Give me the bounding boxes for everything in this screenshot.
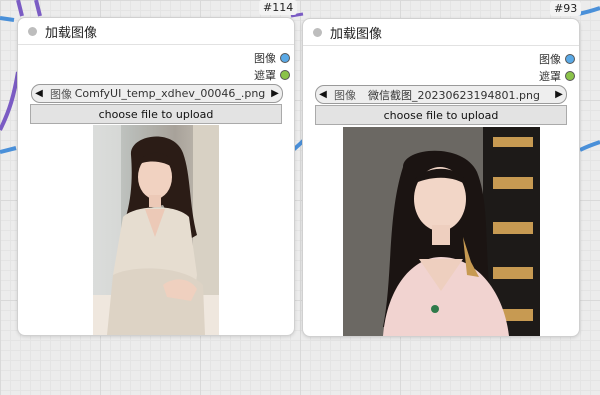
output-image-slot-icon[interactable]: [565, 53, 575, 64]
output-mask-slot-icon[interactable]: [565, 70, 575, 81]
photo-preview-icon: [343, 127, 540, 336]
collapse-dot-icon[interactable]: [313, 27, 322, 37]
node-header[interactable]: 加载图像: [18, 18, 294, 45]
output-mask-label: 遮罩: [254, 68, 276, 82]
combo-left-arrow-icon[interactable]: ◀: [32, 88, 46, 99]
choose-file-button[interactable]: choose file to upload: [315, 105, 567, 125]
node-id-badge: #93: [550, 1, 582, 16]
wire-purple: [34, 0, 42, 17]
wire-purple: [0, 71, 20, 131]
output-image-label: 图像: [254, 51, 276, 65]
combo-value: ComfyUI_temp_xdhev_00046_.png: [74, 87, 266, 100]
image-combo-widget[interactable]: ◀ 图像 微信截图_20230623194801.png ▶: [315, 85, 567, 104]
output-mask-label: 遮罩: [539, 69, 561, 83]
wire-blue: [579, 140, 600, 152]
photo-preview-icon: [93, 125, 219, 335]
output-image-label: 图像: [539, 52, 561, 66]
output-image[interactable]: 图像: [254, 49, 294, 66]
output-image[interactable]: 图像: [539, 50, 579, 67]
node-title: 加载图像: [330, 26, 383, 42]
output-mask[interactable]: 遮罩: [254, 66, 294, 83]
output-mask[interactable]: 遮罩: [539, 67, 579, 84]
combo-label: 图像: [50, 87, 72, 101]
node-header[interactable]: 加载图像: [303, 19, 579, 46]
node-title: 加载图像: [45, 25, 98, 41]
image-combo-widget[interactable]: ◀ 图像 ComfyUI_temp_xdhev_00046_.png ▶: [31, 84, 283, 103]
wire-blue: [577, 6, 600, 16]
collapse-dot-icon[interactable]: [28, 26, 37, 36]
combo-value: 微信截图_20230623194801.png: [368, 88, 540, 102]
image-preview: [343, 127, 540, 336]
wire-blue: [0, 16, 15, 22]
combo-right-arrow-icon[interactable]: ▶: [268, 88, 282, 99]
output-mask-slot-icon[interactable]: [280, 69, 290, 80]
node-id-badge: #114: [259, 0, 298, 15]
wire-blue: [0, 146, 17, 154]
node-outputs: 图像 遮罩: [254, 49, 294, 83]
image-preview: [93, 125, 219, 335]
load-image-node[interactable]: 加载图像 图像 遮罩 ◀ 图像 ComfyUI_temp_xdhev_00046…: [17, 17, 295, 336]
choose-file-button[interactable]: choose file to upload: [30, 104, 282, 124]
combo-label: 图像: [334, 88, 356, 102]
load-image-node[interactable]: 加载图像 图像 遮罩 ◀ 图像 微信截图_20230623194801.png …: [302, 18, 580, 337]
combo-left-arrow-icon[interactable]: ◀: [316, 89, 330, 100]
output-image-slot-icon[interactable]: [280, 52, 290, 63]
wire-purple: [16, 0, 24, 17]
combo-right-arrow-icon[interactable]: ▶: [552, 89, 566, 100]
node-outputs: 图像 遮罩: [539, 50, 579, 84]
